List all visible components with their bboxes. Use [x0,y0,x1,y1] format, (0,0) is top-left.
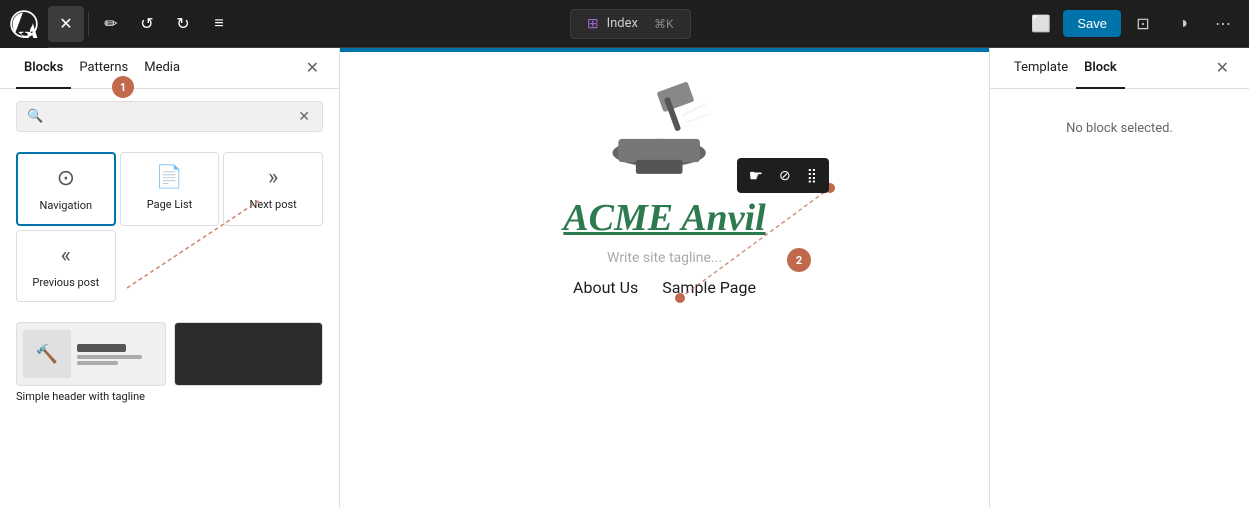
style-button[interactable]: ◑ [1165,6,1201,42]
canvas-content: ACME Anvil Write site tagline... About U… [340,48,989,297]
left-sidebar: Blocks Patterns Media ✕ 🔍 navigation ✕ ⊙… [0,48,340,508]
site-tagline: Write site tagline... [607,250,722,266]
next-post-icon: » [268,165,278,190]
site-title: ACME Anvil [563,196,765,240]
sidebar-tabs: Blocks Patterns Media ✕ [0,48,339,89]
index-label: Index [607,16,638,31]
template-thumb-img-simple: 🔨 [23,330,71,378]
annotation-dot-1: 1 [112,76,134,98]
anvil-svg [595,78,735,188]
drag-icon[interactable]: ⣿ [803,164,821,188]
top-center: ⊞ Index ⌘K [237,9,1023,39]
thumb-title-bar [77,344,126,352]
template-grid: 🔨 Simple header with tagline [16,322,323,403]
block-item-next-post[interactable]: » Next post [223,152,323,226]
anvil-logo [595,78,735,188]
navigation-icon: ⊙ [57,166,75,191]
search-row: 🔍 navigation ✕ [0,89,339,144]
template-item-simple-header[interactable]: 🔨 Simple header with tagline [16,322,166,403]
nav-sample[interactable]: Sample Page [662,278,756,297]
canvas-toolbar: ☛ ⊘ ⣿ [737,158,829,193]
block-item-navigation[interactable]: ⊙ Navigation [16,152,116,226]
top-bar: ✕ ✏ ↺ ↻ ≡ ⊞ Index ⌘K ⬜ Save ⊡ ◑ ⋯ [0,0,1249,48]
separator-1 [88,12,89,36]
right-tabs: Template Block ✕ [990,48,1249,89]
top-right: ⬜ Save ⊡ ◑ ⋯ [1023,6,1249,42]
right-sidebar-close-button[interactable]: ✕ [1212,54,1233,82]
block-item-previous-post[interactable]: « Previous post [16,230,116,302]
wp-logo[interactable] [0,0,48,48]
tab-block[interactable]: Block [1076,48,1125,89]
sidebar-close-button[interactable]: ✕ [302,54,323,82]
no-block-text: No block selected. [1066,121,1173,136]
tab-blocks[interactable]: Blocks [16,48,71,89]
right-sidebar: Template Block ✕ No block selected. [989,48,1249,508]
ban-icon[interactable]: ⊘ [775,164,795,188]
more-options-button[interactable]: ⋯ [1205,6,1241,42]
redo-button[interactable]: ↻ [165,6,201,42]
close-button[interactable]: ✕ [48,6,84,42]
grid-icon: ⊞ [587,16,599,32]
template-thumb-dark [174,322,324,386]
navigation-label: Navigation [40,199,93,212]
right-content: No block selected. [990,89,1249,508]
canvas-area: ☛ ⊘ ⣿ [340,48,989,508]
list-view-button[interactable]: ≡ [201,6,237,42]
monitor-button[interactable]: ⬜ [1023,6,1059,42]
search-icon: 🔍 [27,109,43,124]
templates-section: 🔨 Simple header with tagline [0,310,339,508]
block-item-page-list[interactable]: 📄 Page List [120,152,220,226]
blocks-grid: ⊙ Navigation 📄 Page List » Next post « P… [0,144,339,310]
annotation-dot-2: 2 [787,248,811,272]
template-simple-header-label: Simple header with tagline [16,390,145,403]
search-input[interactable]: navigation [49,109,290,124]
template-dark-bg [175,323,323,385]
template-item-dark[interactable] [174,322,324,403]
page-list-label: Page List [147,198,192,211]
page-list-icon: 📄 [156,165,183,190]
canvas-top-line [340,48,989,52]
template-thumb-simple: 🔨 [16,322,166,386]
canvas-inner: ☛ ⊘ ⣿ [340,48,989,508]
thumb-line-bar [77,361,118,365]
hand-cursor-icon[interactable]: ☛ [745,162,767,189]
tab-media[interactable]: Media [136,48,188,89]
tab-template[interactable]: Template [1006,48,1076,89]
index-pill[interactable]: ⊞ Index ⌘K [570,9,691,39]
previous-post-icon: « [61,243,71,268]
thumb-subtitle-bar [77,355,142,359]
search-box: 🔍 navigation ✕ [16,101,323,132]
nav-links: About Us Sample Page [573,278,756,297]
save-button[interactable]: Save [1063,10,1121,37]
undo-button[interactable]: ↺ [129,6,165,42]
next-post-label: Next post [250,198,297,211]
shortcut-label: ⌘K [654,17,674,31]
nav-about[interactable]: About Us [573,278,638,297]
main-layout: Blocks Patterns Media ✕ 🔍 navigation ✕ ⊙… [0,48,1249,508]
edit-pencil-button[interactable]: ✏ [93,6,129,42]
toggle-sidebar-button[interactable]: ⊡ [1125,6,1161,42]
previous-post-label: Previous post [32,276,99,289]
search-clear-button[interactable]: ✕ [296,108,312,125]
